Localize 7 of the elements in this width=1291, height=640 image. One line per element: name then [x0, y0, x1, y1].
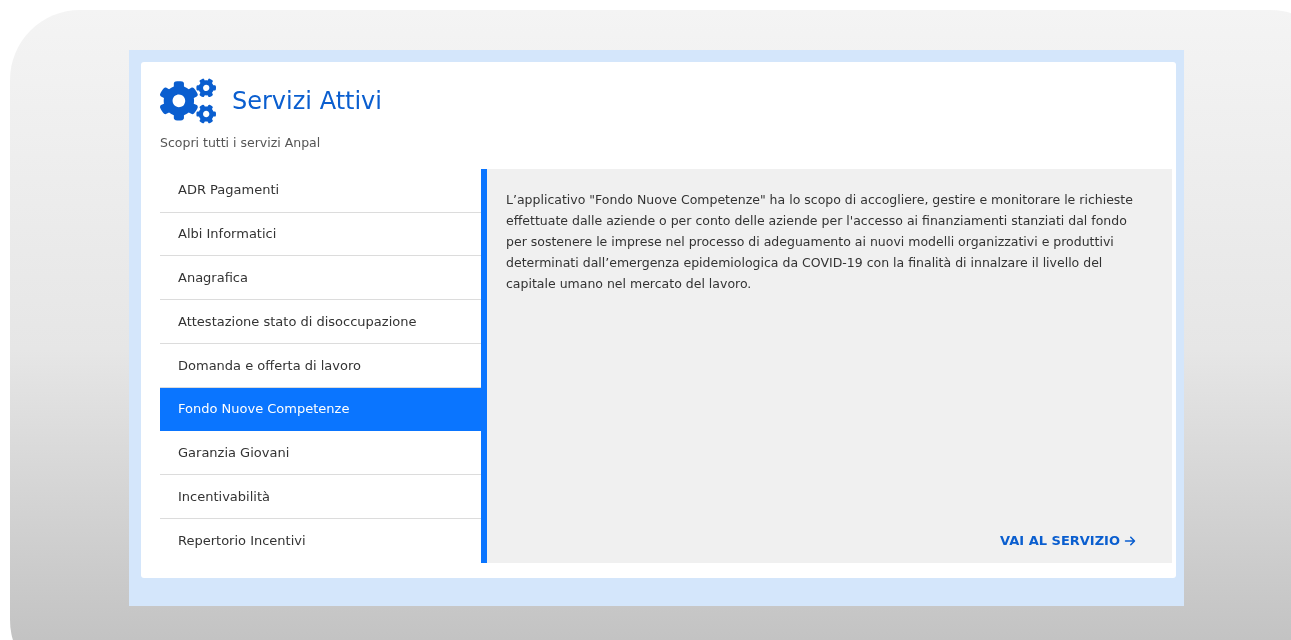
settings-icon	[160, 78, 216, 124]
page-title: Servizi Attivi	[232, 86, 382, 117]
page-subtitle: Scopri tutti i servizi Anpal	[160, 134, 322, 152]
service-item[interactable]: Fondo Nuove Competenze	[160, 387, 481, 432]
arrow-right-icon	[1124, 535, 1136, 547]
service-description: L’applicativo "Fondo Nuove Competenze" ha lo scopo di accogliere, gestire e monitorare le richieste effettuate dalle aziende o per conto delle aziende per l'accesso ai finanziamenti stanziati dal fondo per sostenere le imprese nel processo di adeguamento ai nuovi modelli organizzativi e produttivi determinati dall’emergenza epidemiologica da COVID-19 con la finalità di innalzare il livello del capitale umano nel mercato del lavoro.	[506, 190, 1134, 293]
go-to-service-link[interactable]: VAI AL SERVIZIO	[1000, 531, 1136, 551]
